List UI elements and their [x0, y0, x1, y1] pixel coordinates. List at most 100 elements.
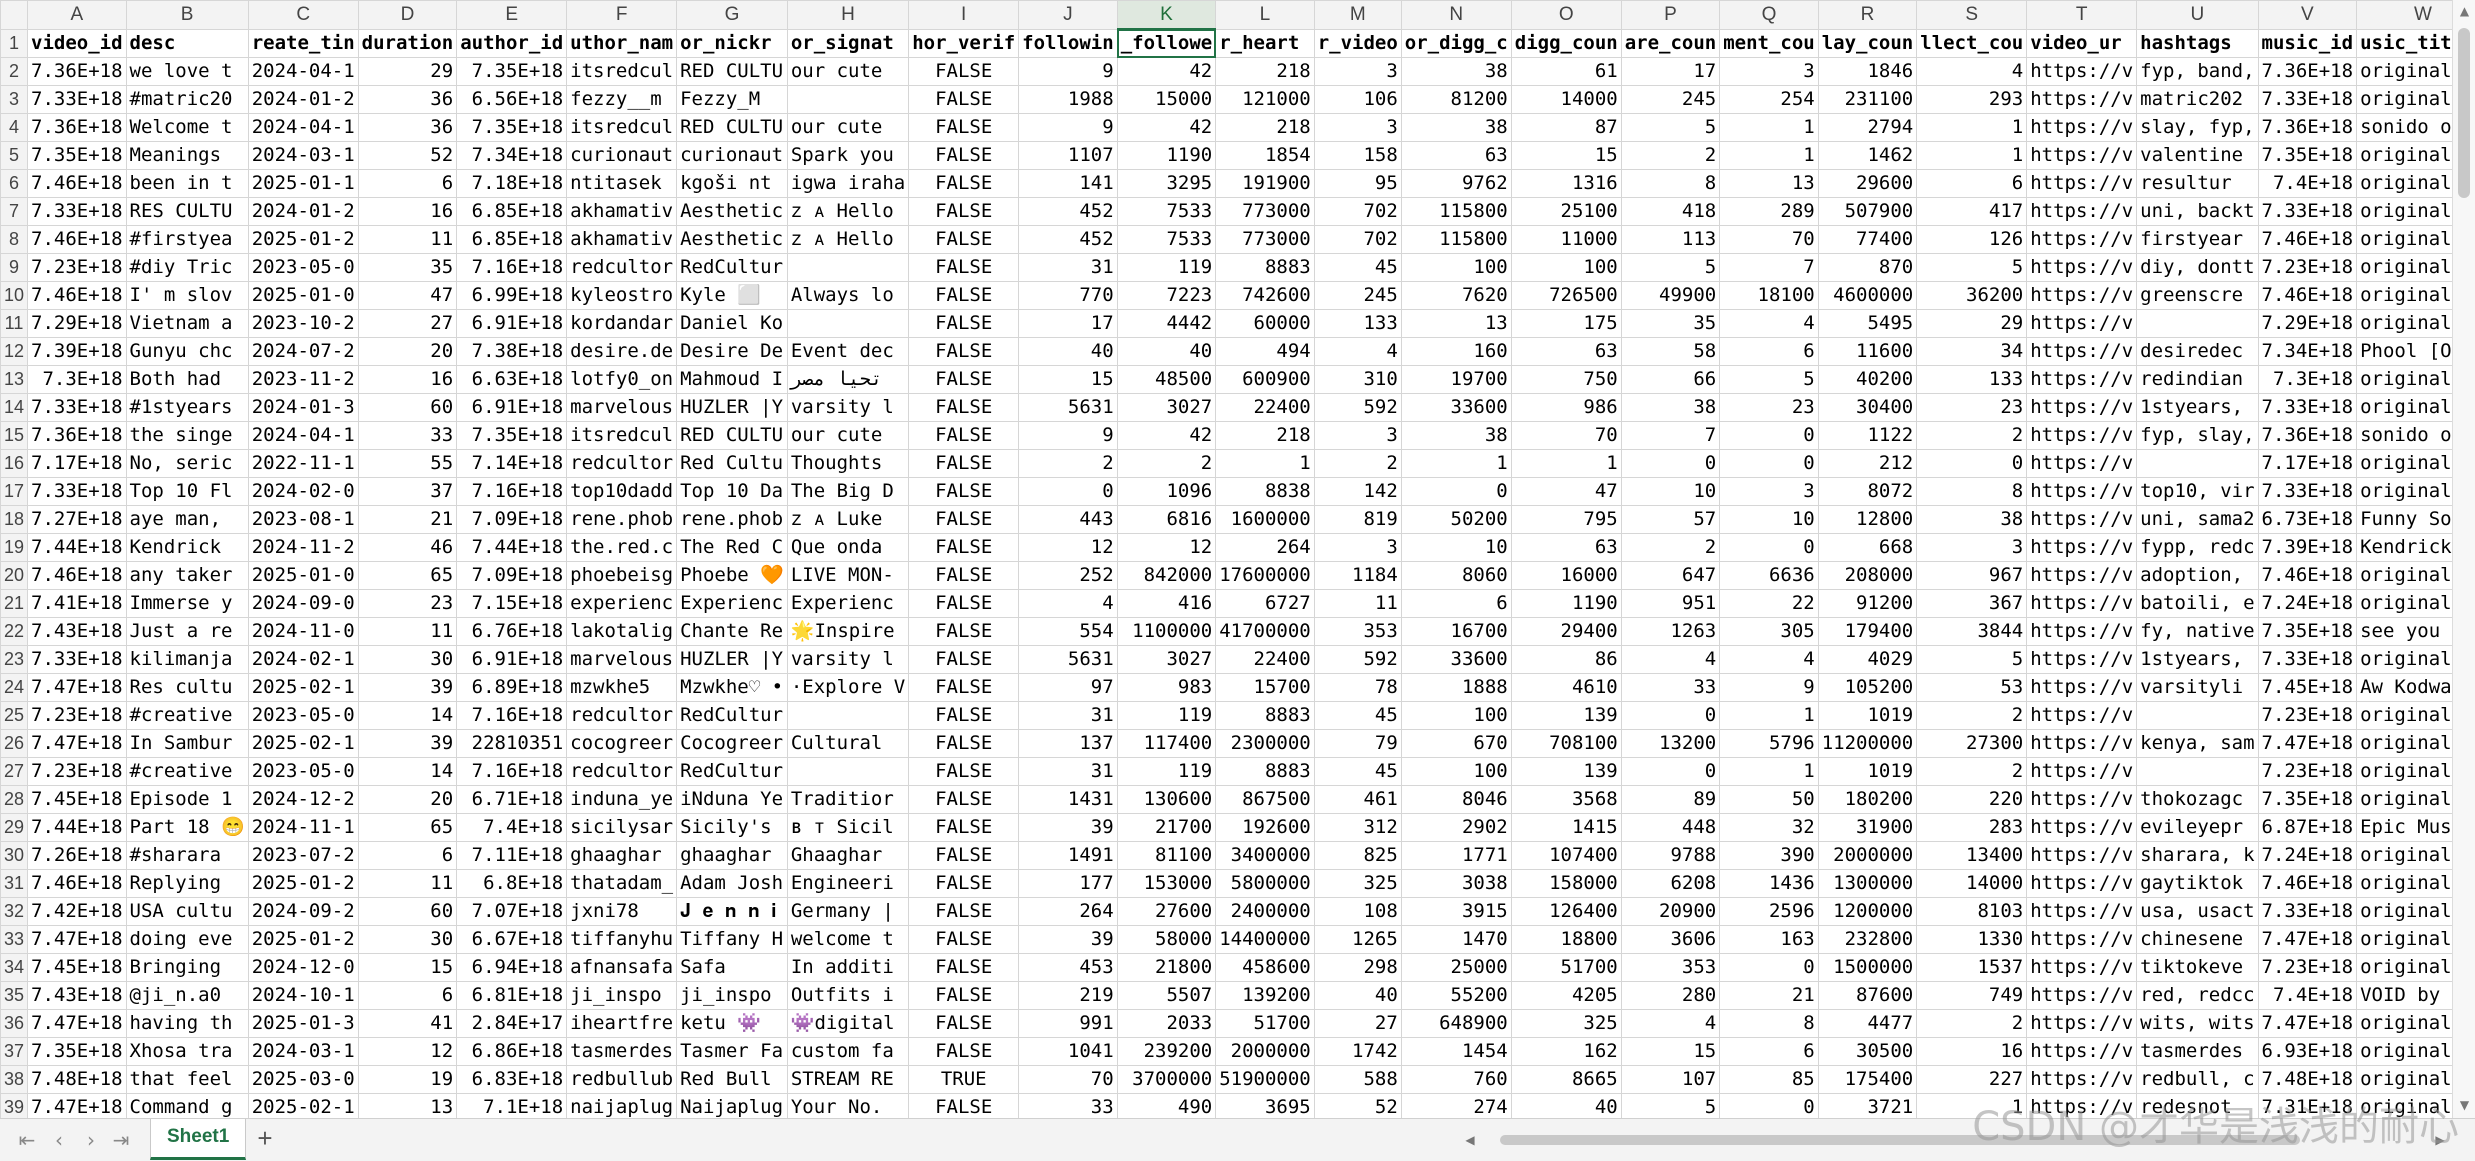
cell-d9[interactable]: 35 [357, 253, 458, 282]
cell-p34[interactable]: 353 [1620, 953, 1721, 982]
cell-v20[interactable]: 7.46E+18 [2257, 561, 2358, 590]
cell-i21[interactable]: FALSE [908, 589, 1020, 618]
cell-f25[interactable]: redcultor [566, 701, 678, 730]
cell-c32[interactable]: 2024-09-2 [247, 897, 359, 926]
cell-h3[interactable] [786, 85, 910, 114]
cell-p13[interactable]: 66 [1620, 365, 1721, 394]
cell-f29[interactable]: sicilysar [566, 813, 678, 842]
row-header[interactable]: 27 [0, 757, 29, 786]
vertical-scrollbar[interactable]: ▲ ▼ [2452, 0, 2475, 1118]
cell-e13[interactable]: 6.63E+18 [456, 365, 568, 394]
cell-m24[interactable]: 78 [1313, 673, 1402, 702]
cell-k31[interactable]: 153000 [1116, 869, 1217, 898]
cell-e38[interactable]: 6.83E+18 [456, 1065, 568, 1094]
row-header[interactable]: 32 [0, 897, 29, 926]
cell-i38[interactable]: TRUE [908, 1065, 1020, 1094]
cell-e7[interactable]: 6.85E+18 [456, 197, 568, 226]
cell-u29[interactable]: evileyepr [2136, 813, 2259, 842]
cell-s29[interactable]: 283 [1916, 813, 2028, 842]
cell-g31[interactable]: Adam Josh [676, 869, 788, 898]
cell-a8[interactable]: 7.46E+18 [27, 225, 127, 254]
column-header-d[interactable]: D [357, 0, 458, 30]
cell-r9[interactable]: 870 [1817, 253, 1918, 282]
cell-r29[interactable]: 31900 [1817, 813, 1918, 842]
cell-t11[interactable]: https://v [2026, 309, 2138, 338]
cell-b3[interactable]: #matric20 [125, 85, 249, 114]
cell-j24[interactable]: 97 [1018, 673, 1118, 702]
cell-l13[interactable]: 600900 [1215, 365, 1315, 394]
cell-n12[interactable]: 160 [1400, 337, 1512, 366]
cell-r5[interactable]: 1462 [1817, 141, 1918, 170]
cell-j5[interactable]: 1107 [1018, 141, 1118, 170]
cell-p10[interactable]: 49900 [1620, 281, 1721, 310]
cell-l8[interactable]: 773000 [1215, 225, 1315, 254]
cell-s26[interactable]: 27300 [1916, 729, 2028, 758]
cell-j21[interactable]: 4 [1018, 589, 1118, 618]
cell-w16[interactable]: original [2356, 449, 2452, 478]
cell-j10[interactable]: 770 [1018, 281, 1118, 310]
cell-m1[interactable]: r_video [1313, 28, 1402, 58]
cell-u32[interactable]: usa, usact [2136, 897, 2259, 926]
cell-v6[interactable]: 7.4E+18 [2257, 169, 2358, 198]
cell-t18[interactable]: https://v [2026, 505, 2138, 534]
cell-c12[interactable]: 2024-07-2 [247, 337, 359, 366]
cell-a24[interactable]: 7.47E+18 [27, 673, 127, 702]
cell-d36[interactable]: 41 [357, 1009, 458, 1038]
cell-r21[interactable]: 91200 [1817, 589, 1918, 618]
cell-q39[interactable]: 0 [1719, 1093, 1819, 1118]
cell-d5[interactable]: 52 [357, 141, 458, 170]
cell-r33[interactable]: 232800 [1817, 925, 1918, 954]
cell-k19[interactable]: 12 [1116, 533, 1217, 562]
cell-k33[interactable]: 58000 [1116, 925, 1217, 954]
cell-a36[interactable]: 7.47E+18 [27, 1009, 127, 1038]
cell-k27[interactable]: 119 [1116, 757, 1217, 786]
cell-r11[interactable]: 5495 [1817, 309, 1918, 338]
cell-b37[interactable]: Xhosa tra [125, 1037, 249, 1066]
cell-v8[interactable]: 7.46E+18 [2257, 225, 2358, 254]
cell-g8[interactable]: Aesthetic [676, 225, 788, 254]
column-header-s[interactable]: S [1916, 0, 2028, 30]
cell-e16[interactable]: 7.14E+18 [456, 449, 568, 478]
cell-a26[interactable]: 7.47E+18 [27, 729, 127, 758]
cell-n1[interactable]: or_digg_c [1400, 28, 1512, 58]
cell-u36[interactable]: wits, wits [2136, 1009, 2259, 1038]
column-header-g[interactable]: G [676, 0, 788, 30]
cell-d23[interactable]: 30 [357, 645, 458, 674]
cell-v33[interactable]: 7.47E+18 [2257, 925, 2358, 954]
cell-g21[interactable]: Experienc [676, 589, 788, 618]
cell-h30[interactable]: Ghaaghar [786, 841, 910, 870]
cell-j14[interactable]: 5631 [1018, 393, 1118, 422]
cell-o24[interactable]: 4610 [1510, 673, 1622, 702]
cell-f23[interactable]: marvelous [566, 645, 678, 674]
cell-c24[interactable]: 2025-02-1 [247, 673, 359, 702]
cell-n33[interactable]: 1470 [1400, 925, 1512, 954]
cell-c3[interactable]: 2024-01-2 [247, 85, 359, 114]
cell-h6[interactable]: igwa iraha [786, 169, 910, 198]
cell-d4[interactable]: 36 [357, 113, 458, 142]
cell-i39[interactable]: FALSE [908, 1093, 1020, 1118]
cell-d16[interactable]: 55 [357, 449, 458, 478]
cell-q23[interactable]: 4 [1719, 645, 1819, 674]
cell-h32[interactable]: Germany | [786, 897, 910, 926]
cell-n2[interactable]: 38 [1400, 57, 1512, 86]
cell-e4[interactable]: 7.35E+18 [456, 113, 568, 142]
cell-h38[interactable]: STREAM RE [786, 1065, 910, 1094]
cell-c8[interactable]: 2025-01-2 [247, 225, 359, 254]
cell-j15[interactable]: 9 [1018, 421, 1118, 450]
cell-u19[interactable]: fypp, redc [2136, 533, 2259, 562]
cell-j20[interactable]: 252 [1018, 561, 1118, 590]
cell-r20[interactable]: 208000 [1817, 561, 1918, 590]
cell-m29[interactable]: 312 [1313, 813, 1402, 842]
cell-t23[interactable]: https://v [2026, 645, 2138, 674]
cell-d14[interactable]: 60 [357, 393, 458, 422]
cell-r14[interactable]: 30400 [1817, 393, 1918, 422]
cell-i35[interactable]: FALSE [908, 981, 1020, 1010]
cell-i22[interactable]: FALSE [908, 617, 1020, 646]
column-header-h[interactable]: H [786, 0, 910, 30]
cell-f34[interactable]: afnansafa [566, 953, 678, 982]
cell-u14[interactable]: 1styears, [2136, 393, 2259, 422]
cell-r3[interactable]: 231100 [1817, 85, 1918, 114]
cell-r4[interactable]: 2794 [1817, 113, 1918, 142]
cell-p1[interactable]: are_coun [1620, 28, 1721, 58]
cell-q30[interactable]: 390 [1719, 841, 1819, 870]
